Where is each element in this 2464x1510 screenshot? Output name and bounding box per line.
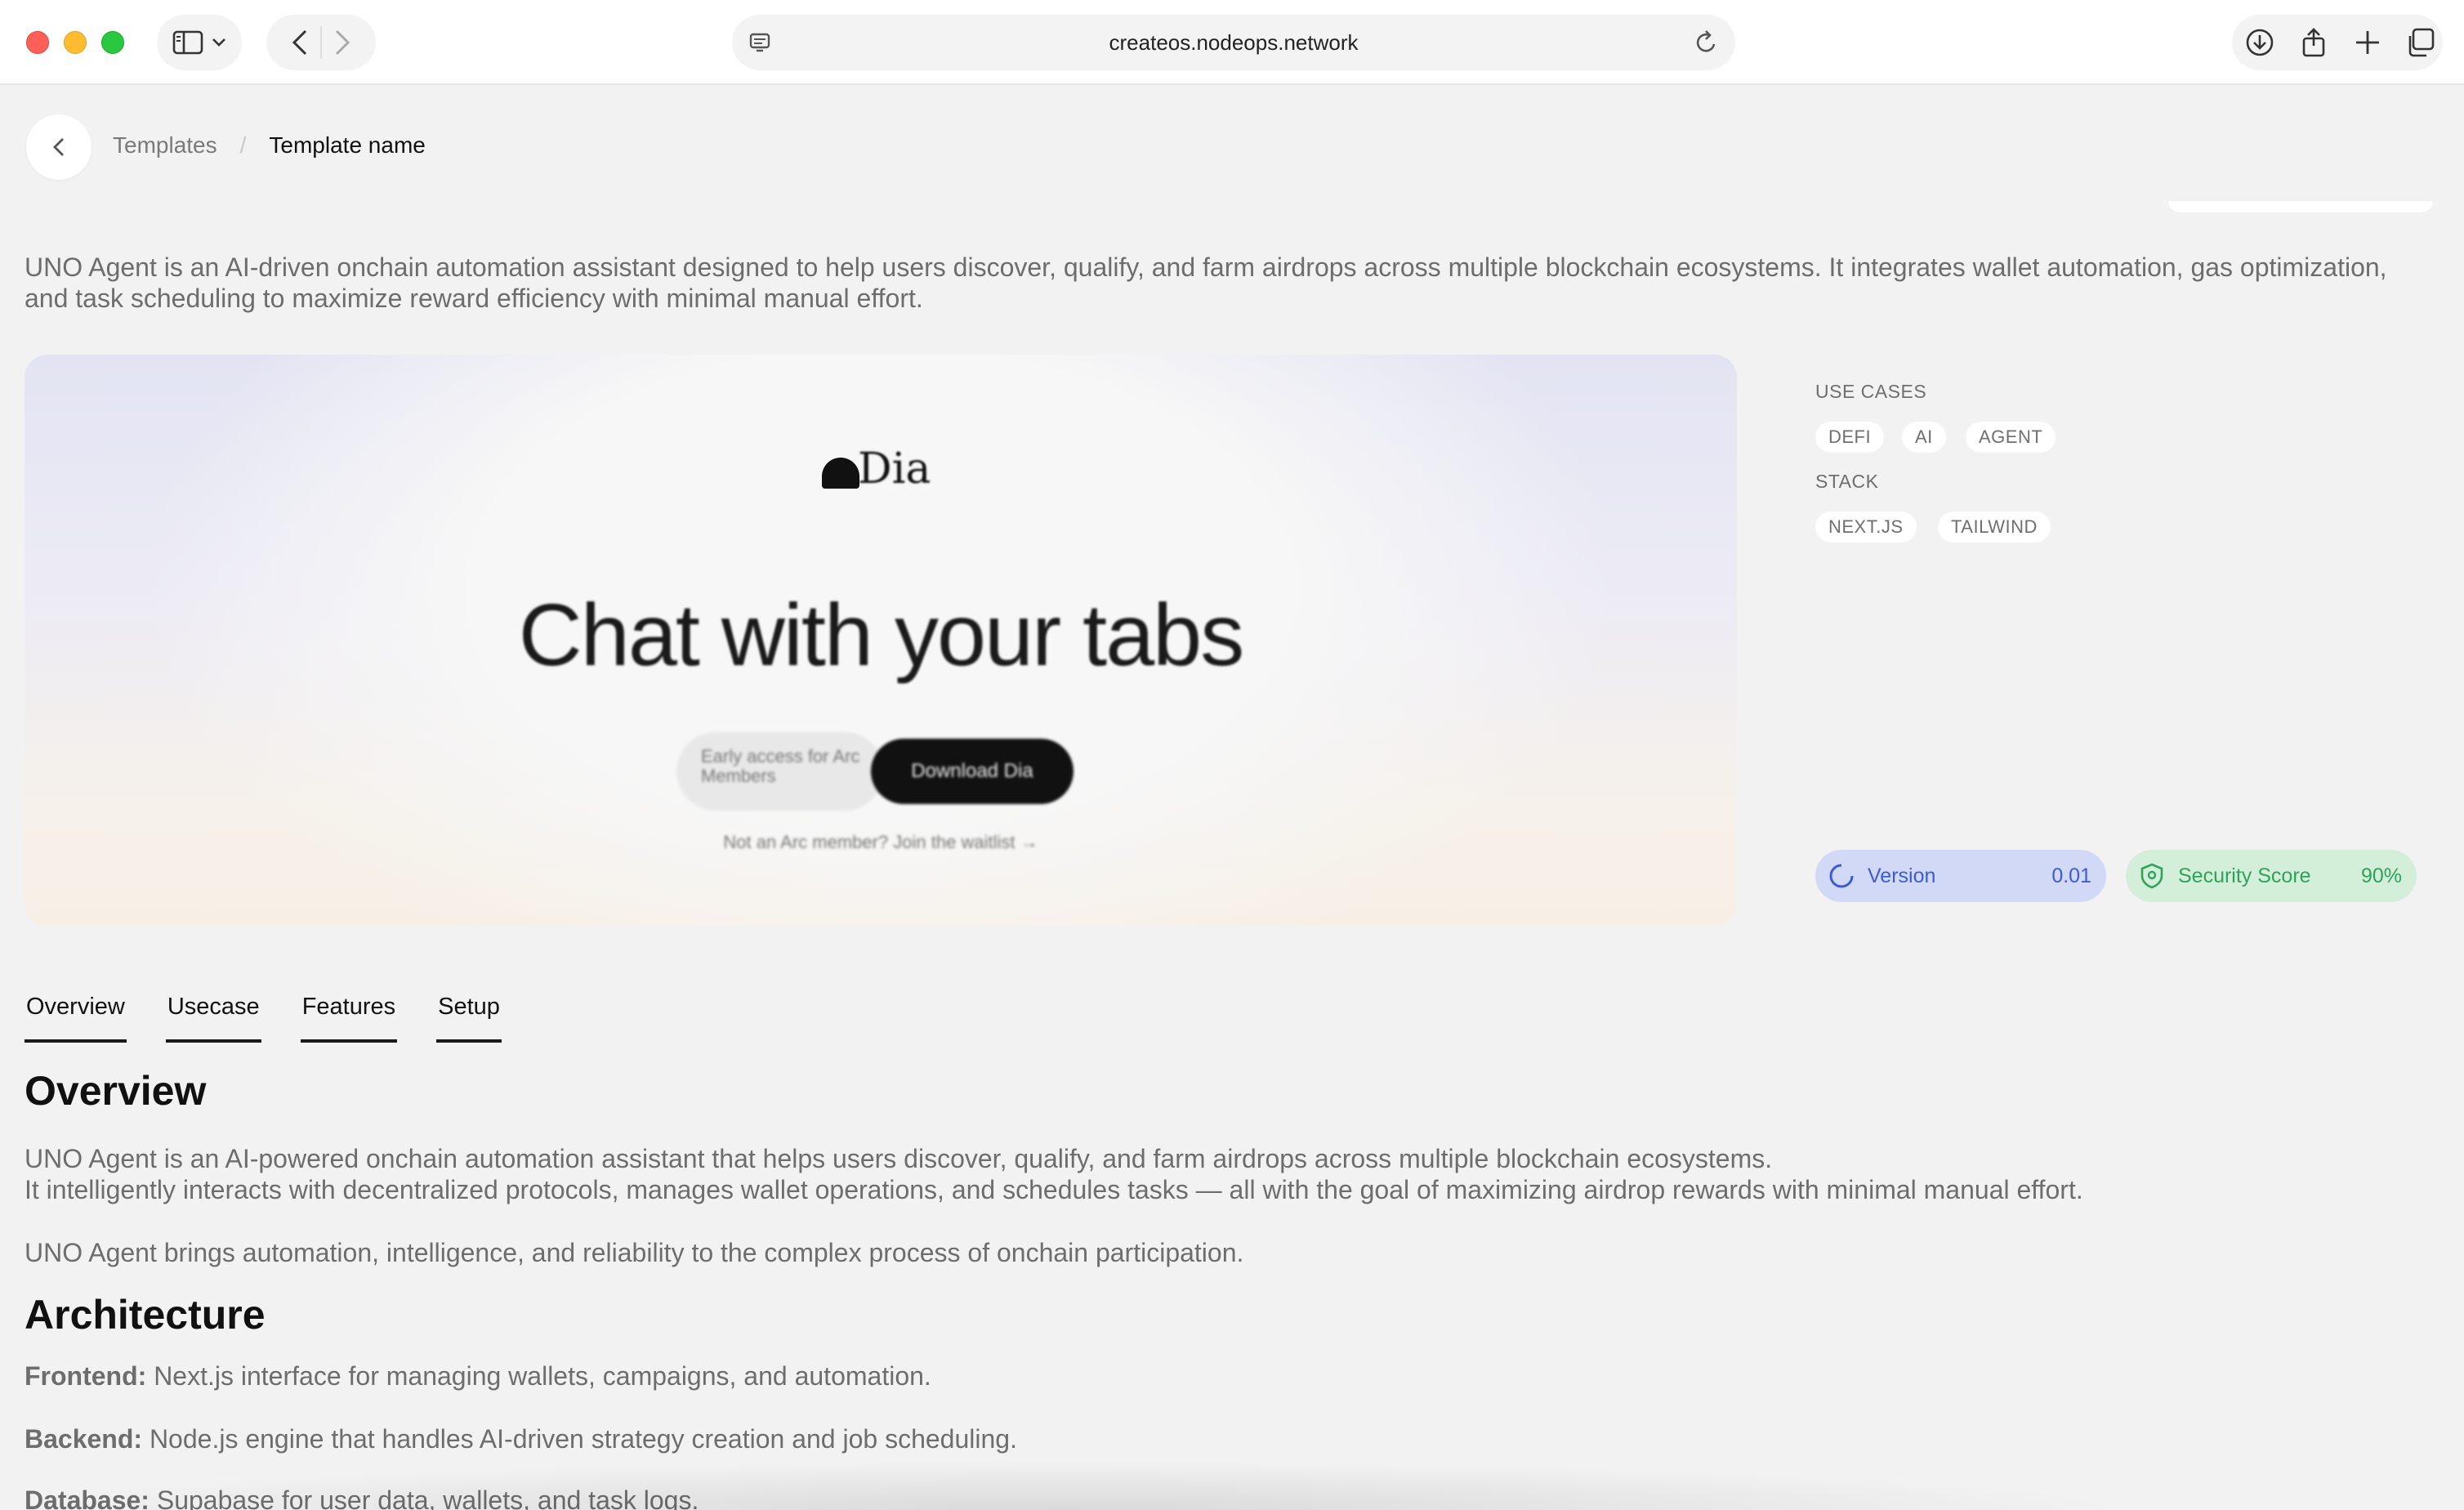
breadcrumb-separator: / (239, 132, 247, 158)
architecture-item: Database: Supabase for user data, wallet… (25, 1485, 2394, 1510)
architecture-item-text: Next.js interface for managing wallets, … (146, 1361, 931, 1391)
use-case-tag: AI (1902, 422, 1946, 453)
forward-arrow-icon[interactable] (333, 29, 351, 56)
security-score-value: 90% (2360, 864, 2402, 887)
reload-icon[interactable] (1694, 29, 1719, 56)
template-description: UNO Agent is an AI-driven onchain automa… (25, 252, 2387, 313)
architecture-item-text: Node.js engine that handles AI-driven st… (142, 1424, 1017, 1454)
architecture-item-label: Backend: (25, 1424, 143, 1454)
back-arrow-icon[interactable] (291, 29, 309, 56)
version-badge: Version 0.01 (1815, 850, 2106, 902)
tab-usecase[interactable]: Usecase (165, 990, 261, 1043)
new-tab-icon[interactable] (2353, 28, 2382, 57)
architecture-heading: Architecture (25, 1292, 266, 1338)
scrolled-action-button[interactable] (2168, 201, 2433, 212)
dia-logo-icon (822, 458, 859, 489)
version-spinner-icon (1829, 864, 1854, 888)
stack-tag: NEXT.JS (1815, 512, 1917, 543)
version-value: 0.01 (2051, 864, 2091, 887)
overview-paragraph-line-2: It intelligently interacts with decentra… (25, 1175, 2083, 1204)
chevron-down-icon (212, 38, 225, 47)
version-label: Version (1868, 864, 1936, 887)
tab-overview[interactable]: Overview (25, 990, 127, 1043)
security-score-badge: Security Score 90% (2126, 850, 2417, 902)
close-window-button[interactable] (26, 31, 49, 54)
architecture-item-label: Database: (25, 1485, 150, 1510)
template-preview-image: Dia Chat with your tabs Early access for… (25, 355, 1737, 927)
preview-primary-cta: Download Dia (871, 739, 1074, 804)
tab-overview-icon[interactable] (2405, 28, 2435, 57)
divider (320, 26, 322, 59)
back-button[interactable] (26, 114, 92, 180)
share-icon[interactable] (2299, 28, 2328, 57)
architecture-item-label: Frontend: (25, 1361, 147, 1391)
stack-label: STACK (1815, 471, 1879, 492)
browser-tools (2232, 15, 2443, 70)
use-cases-label: USE CASES (1815, 381, 1927, 402)
architecture-item-text: Supabase for user data, wallets, and tas… (149, 1485, 699, 1510)
tab-features[interactable]: Features (300, 990, 398, 1043)
use-case-tag: AGENT (1966, 422, 2056, 453)
architecture-item: Backend: Node.js engine that handles AI-… (25, 1423, 2394, 1454)
download-icon[interactable] (2245, 28, 2274, 57)
breadcrumb-current: Template name (269, 132, 426, 158)
stack-tag: TAILWIND (1938, 512, 2051, 543)
page-header: Templates / Template name (0, 87, 2464, 201)
security-score-label: Security Score (2178, 864, 2311, 887)
breadcrumb-templates-link[interactable]: Templates (113, 132, 217, 159)
chevron-left-icon (53, 138, 64, 156)
sidebar-toggle-button[interactable] (157, 15, 242, 70)
address-bar[interactable]: createos.nodeops.network (732, 15, 1735, 70)
overview-heading: Overview (25, 1068, 207, 1114)
preview-waitlist-text: Not an Arc member? Join the waitlist → (723, 832, 1038, 852)
preview-logo-text: Dia (858, 445, 931, 494)
sidebar-icon (172, 30, 203, 55)
browser-toolbar: createos.nodeops.network (0, 0, 2464, 85)
breadcrumb: Templates / Template name (113, 132, 426, 159)
preview-secondary-cta: Early access for Arc Members (676, 732, 884, 811)
zoom-window-button[interactable] (101, 31, 124, 54)
url-text: createos.nodeops.network (1109, 30, 1359, 55)
preview-hero-text: Chat with your tabs (518, 585, 1244, 684)
overview-paragraph-line-1: UNO Agent is an AI-powered onchain autom… (25, 1144, 1773, 1173)
minimize-window-button[interactable] (64, 31, 87, 54)
overview-paragraph-2: UNO Agent brings automation, intelligenc… (25, 1238, 1244, 1267)
content-tabs: Overview Usecase Features Setup (25, 990, 502, 1043)
tab-setup[interactable]: Setup (436, 990, 502, 1043)
architecture-item: Frontend: Next.js interface for managing… (25, 1360, 2394, 1392)
shield-icon (2140, 863, 2163, 889)
use-case-tag: DEFI (1815, 422, 1885, 453)
history-navigation (266, 15, 376, 70)
